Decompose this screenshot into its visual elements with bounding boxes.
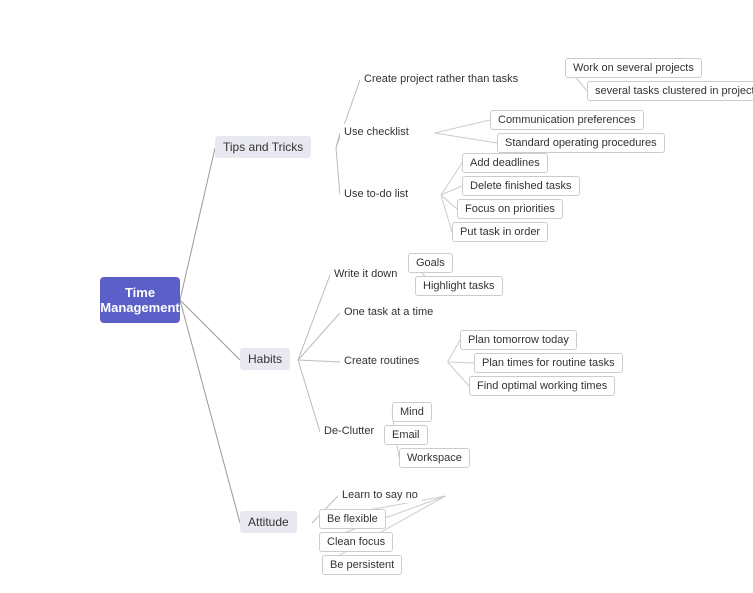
mid-cptasks: Create project rather than tasks bbox=[360, 71, 522, 87]
leaf-node: Find optimal working times bbox=[469, 376, 615, 396]
leaf-node: Be persistent bbox=[322, 555, 402, 575]
page-title bbox=[0, 0, 753, 18]
leaf-node: Add deadlines bbox=[462, 153, 548, 173]
leaf-node: several tasks clustered in projects bbox=[587, 81, 753, 101]
leaf-node: Put task in order bbox=[452, 222, 548, 242]
leaf-node: Goals bbox=[408, 253, 453, 273]
leaf-node: Clean focus bbox=[319, 532, 393, 552]
leaf-node: Workspace bbox=[399, 448, 470, 468]
leaf-node: Be flexible bbox=[319, 509, 386, 529]
leaf-node: Plan times for routine tasks bbox=[474, 353, 623, 373]
leaf-node: Highlight tasks bbox=[415, 276, 503, 296]
leaf-node: Communication preferences bbox=[490, 110, 644, 130]
branch-attitude: Attitude bbox=[240, 511, 297, 533]
leaf-node: Standard operating procedures bbox=[497, 133, 665, 153]
mid-learnsayno: Learn to say no bbox=[338, 487, 422, 503]
mid-checklist: Use checklist bbox=[340, 124, 413, 140]
leaf-node: Email bbox=[384, 425, 428, 445]
leaf-node: Focus on priorities bbox=[457, 199, 563, 219]
branch-tips: Tips and Tricks bbox=[215, 136, 311, 158]
leaf-node: Delete finished tasks bbox=[462, 176, 580, 196]
leaf-node: Work on several projects bbox=[565, 58, 702, 78]
leaf-node: Plan tomorrow today bbox=[460, 330, 577, 350]
mid-declutter: De-Clutter bbox=[320, 423, 378, 439]
leaf-node: Mind bbox=[392, 402, 432, 422]
mid-onetask: One task at a time bbox=[340, 304, 437, 320]
mid-todo: Use to-do list bbox=[340, 186, 412, 202]
branch-habits: Habits bbox=[240, 348, 290, 370]
mid-writeitdown: Write it down bbox=[330, 266, 401, 282]
center-node: Time Management bbox=[100, 277, 180, 323]
mid-routines: Create routines bbox=[340, 353, 423, 369]
